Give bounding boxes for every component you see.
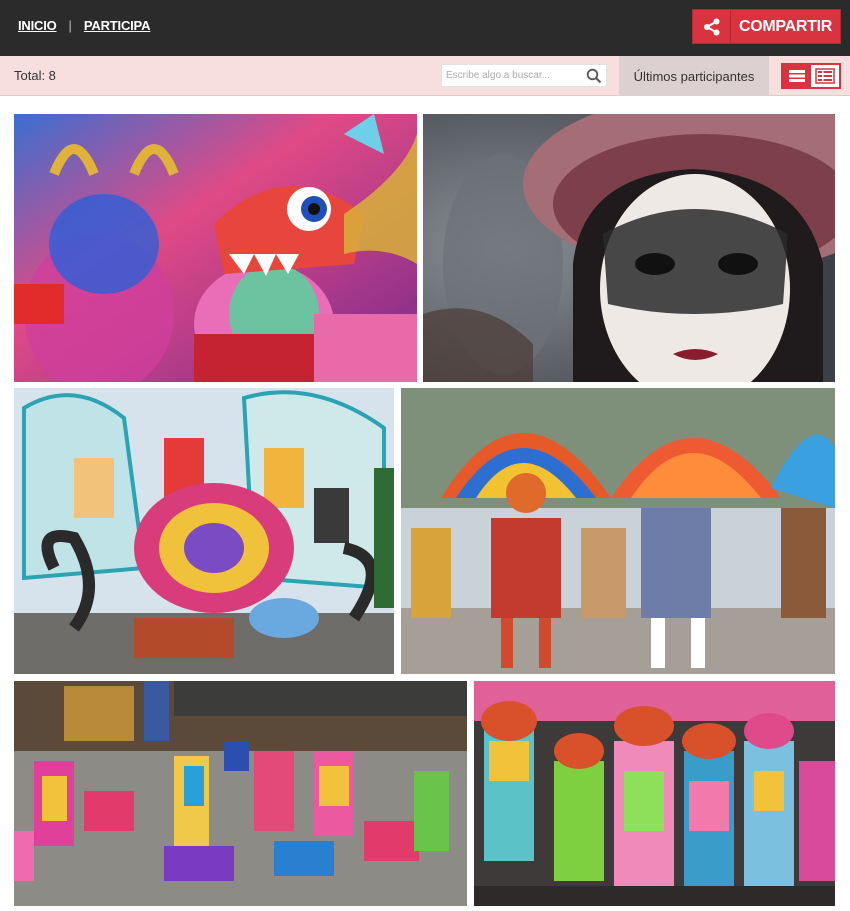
venetian-lace-mask-photo[interactable] [423,114,835,382]
search-icon[interactable] [586,68,602,84]
carnival-devil-mask-photo[interactable] [14,114,417,382]
top-bar: INICIO | PARTICIPA COMPARTIR [0,0,850,56]
view-toggle [781,63,841,89]
nav-separator: | [68,18,72,33]
breadcrumb-nav: INICIO | PARTICIPA [18,18,150,33]
share-button[interactable]: COMPARTIR [692,9,841,44]
share-label: COMPARTIR [739,17,832,35]
nav-participate-link[interactable]: PARTICIPA [84,18,151,33]
clown-dancers-stage-photo[interactable] [14,681,467,906]
search-box [441,64,607,87]
grid-view-icon[interactable] [783,65,811,87]
latest-participants-tab[interactable]: Últimos participantes [619,56,769,96]
total-count: Total: 8 [14,68,56,83]
nav-home-link[interactable]: INICIO [18,18,57,33]
feathered-dancers-photo[interactable] [401,388,835,674]
costumed-dancers-photo[interactable] [474,681,835,906]
carnival-float-photo[interactable] [14,388,394,674]
share-icon [693,10,731,43]
search-input[interactable] [446,67,582,84]
toolbar: Total: 8 Últimos participantes [0,56,850,96]
list-view-icon[interactable] [811,65,839,87]
